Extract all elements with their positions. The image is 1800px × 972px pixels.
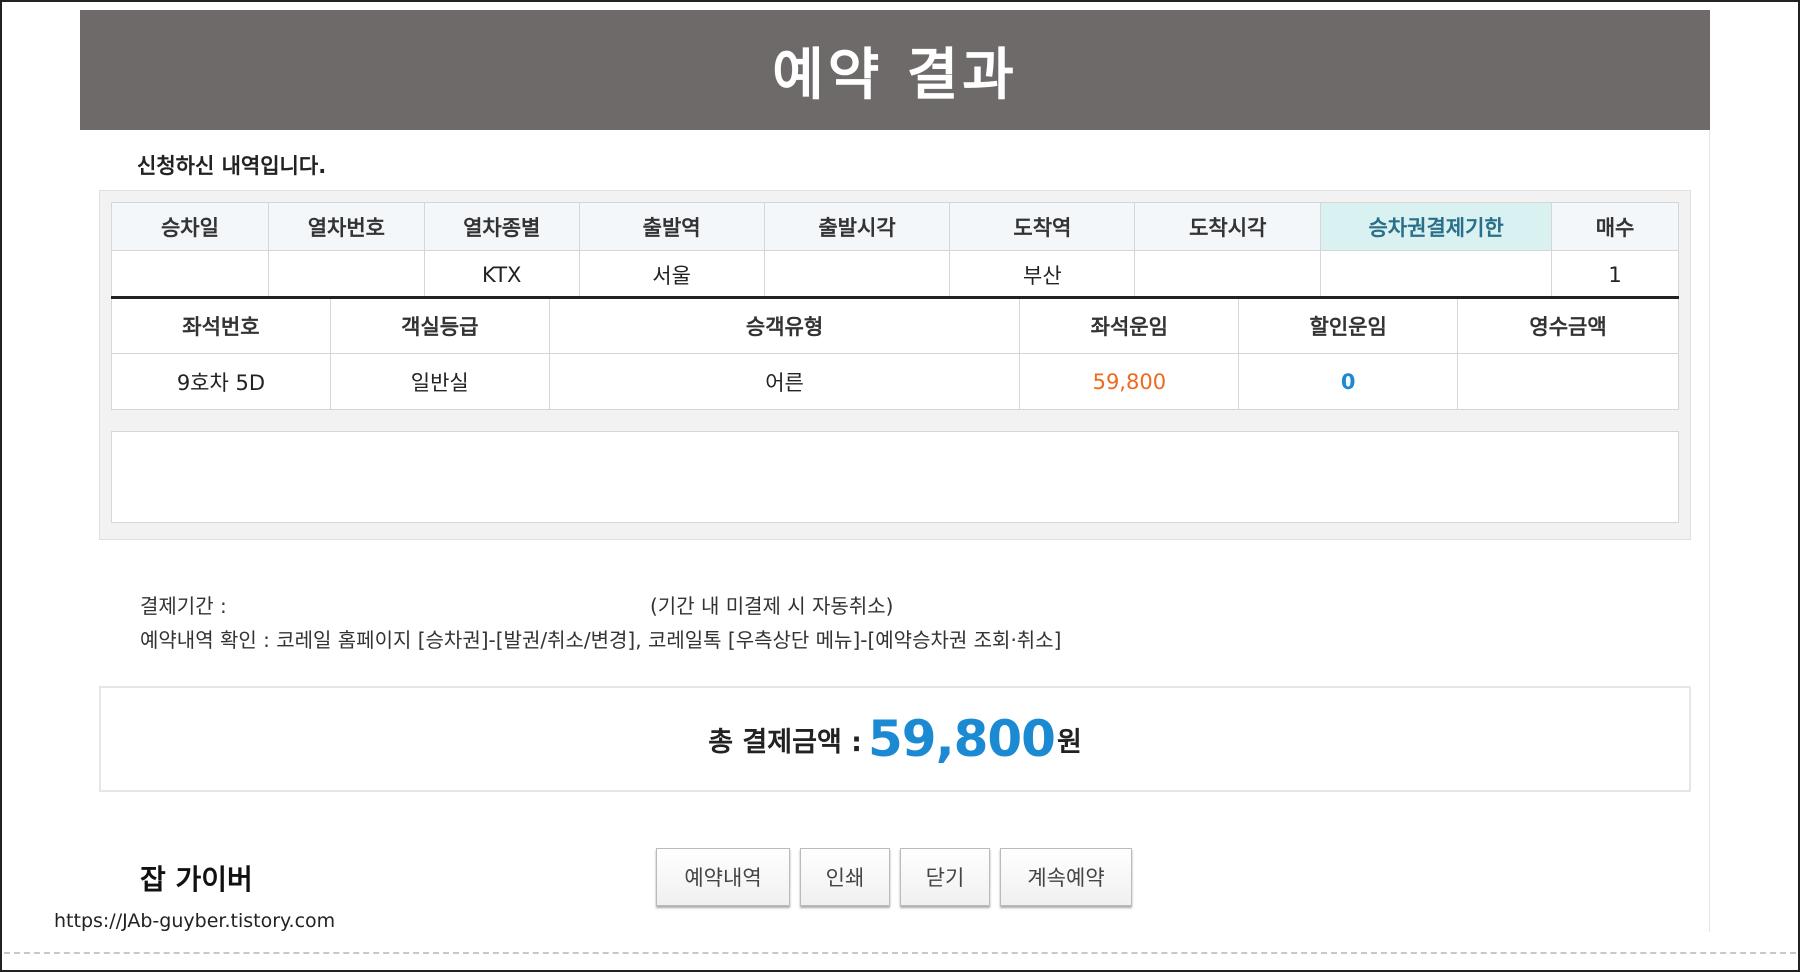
intro-text: 신청하신 내역입니다. [137, 154, 327, 178]
seat-info-table: 좌석번호 객실등급 승객유형 좌석운임 할인운임 영수금액 9호차 5D 일반실… [111, 296, 1679, 410]
train-table-header-row: 승차일 열차번호 열차종별 출발역 출발시각 도착역 도착시각 승차권결제기한 … [111, 202, 1679, 251]
col-ticket-count: 매수 [1551, 202, 1679, 251]
cell-boarding-date [111, 250, 269, 299]
col-discount-fare: 할인운임 [1238, 297, 1459, 354]
cell-arrival-time [1134, 250, 1322, 299]
cell-departure-station: 서울 [578, 250, 765, 299]
total-label: 총 결제금액 : [708, 726, 862, 758]
col-receipt-amount: 영수금액 [1457, 297, 1679, 354]
total-unit: 원 [1056, 726, 1082, 758]
total-payment-box: 총 결제금액 : 59,800 원 [99, 686, 1691, 792]
watermark-url: https://JAb-guyber.tistory.com [54, 910, 336, 932]
col-train-type: 열차종별 [423, 202, 580, 251]
close-button[interactable]: 닫기 [900, 848, 990, 906]
col-arrival-time: 도착시각 [1134, 202, 1322, 251]
watermark-name: 잡 가이버 [140, 863, 253, 896]
train-info-table: 승차일 열차번호 열차종별 출발역 출발시각 도착역 도착시각 승차권결제기한 … [111, 202, 1679, 299]
bottom-divider [4, 952, 1796, 954]
print-button[interactable]: 인쇄 [800, 848, 890, 906]
col-departure-station: 출발역 [578, 202, 765, 251]
col-passenger-type: 승객유형 [548, 297, 1021, 354]
cell-seat-fare: 59,800 [1019, 353, 1240, 410]
col-boarding-date: 승차일 [111, 202, 269, 251]
payment-period-label: 결제기간 : [140, 594, 227, 618]
cell-passenger-type: 어른 [548, 353, 1021, 410]
col-seat-number: 좌석번호 [111, 297, 331, 354]
reservation-result-panel: 예약 결과 신청하신 내역입니다. 승차일 열차번호 열차종별 출발역 출발시각… [80, 10, 1710, 932]
seat-table-header-row: 좌석번호 객실등급 승객유형 좌석운임 할인운임 영수금액 [111, 297, 1679, 354]
table-row: KTX 서울 부산 1 [111, 250, 1679, 299]
cell-car-class: 일반실 [329, 353, 550, 410]
reservation-history-button[interactable]: 예약내역 [656, 848, 790, 906]
cell-receipt-amount [1457, 353, 1679, 410]
col-arrival-station: 도착역 [949, 202, 1136, 251]
col-payment-deadline: 승차권결제기한 [1320, 202, 1553, 251]
action-buttons: 예약내역 인쇄 닫기 계속예약 [656, 848, 1132, 906]
payment-period-note: (기간 내 미결제 시 자동취소) [650, 594, 894, 618]
col-train-number: 열차번호 [267, 202, 425, 251]
continue-reservation-button[interactable]: 계속예약 [1000, 848, 1132, 906]
page-title: 예약 결과 [772, 42, 1018, 108]
reservation-confirm-info: 예약내역 확인 : 코레일 홈페이지 [승차권]-[발권/취소/변경], 코레일… [140, 628, 1062, 652]
col-departure-time: 출발시각 [763, 202, 951, 251]
page-header: 예약 결과 [80, 10, 1710, 130]
extra-info-area [111, 431, 1679, 523]
cell-discount-fare: 0 [1238, 353, 1459, 410]
table-row: 9호차 5D 일반실 어른 59,800 0 [111, 353, 1679, 410]
cell-arrival-station: 부산 [949, 250, 1136, 299]
col-seat-fare: 좌석운임 [1019, 297, 1240, 354]
cell-train-type: KTX [423, 250, 580, 299]
cell-payment-deadline [1320, 250, 1553, 299]
cell-ticket-count: 1 [1551, 250, 1679, 299]
cell-seat-number: 9호차 5D [111, 353, 331, 410]
cell-departure-time [763, 250, 951, 299]
cell-train-number [267, 250, 425, 299]
col-car-class: 객실등급 [329, 297, 550, 354]
total-amount: 59,800 [868, 710, 1056, 768]
reservation-details-box: 승차일 열차번호 열차종별 출발역 출발시각 도착역 도착시각 승차권결제기한 … [99, 190, 1691, 540]
